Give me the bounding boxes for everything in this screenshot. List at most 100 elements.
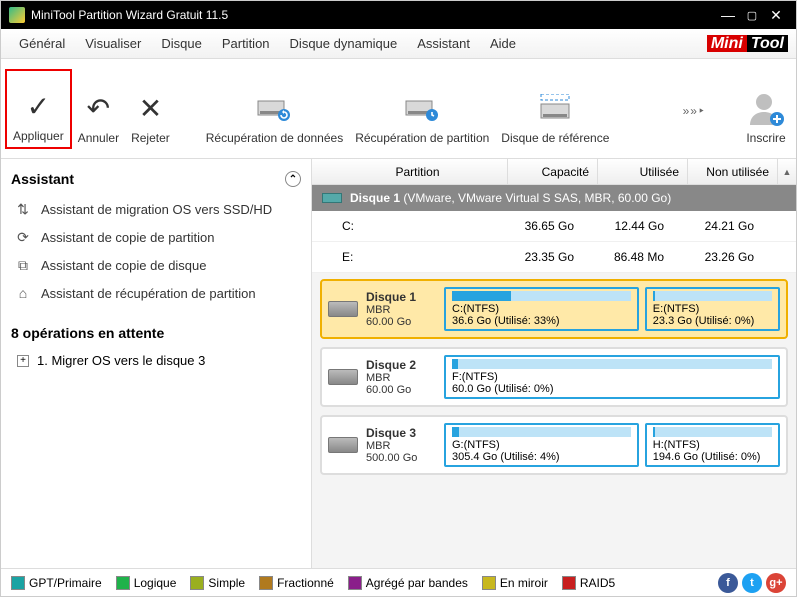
benchmark-disk-button[interactable]: Disque de référence: [495, 69, 615, 149]
data-recovery-button[interactable]: Récupération de données: [200, 69, 349, 149]
partrec-label: Récupération de partition: [355, 131, 489, 145]
menu-dyn[interactable]: Disque dynamique: [280, 36, 408, 51]
assistant-title: Assistant: [11, 171, 74, 187]
legend-label: GPT/Primaire: [29, 576, 102, 590]
gplus-icon[interactable]: g+: [766, 573, 786, 593]
partition-list: Disque 1 (VMware, VMware Virtual S SAS, …: [312, 185, 796, 273]
brand-logo: MiniTool: [707, 35, 788, 53]
disk-card[interactable]: Disque 2MBR60.00 GoF:(NTFS)60.0 Go (Util…: [320, 347, 788, 407]
disk-desc: (VMware, VMware Virtual S SAS, MBR, 60.0…: [403, 191, 671, 205]
user-plus-icon: [746, 87, 786, 131]
menu-partition[interactable]: Partition: [212, 36, 280, 51]
menu-visualiser[interactable]: Visualiser: [75, 36, 151, 51]
partition-box[interactable]: H:(NTFS)194.6 Go (Utilisé: 0%): [645, 423, 780, 467]
legend-item: Agrégé par bandes: [348, 576, 468, 590]
legend-item: En miroir: [482, 576, 548, 590]
drive-icon: [328, 301, 358, 317]
collapse-icon[interactable]: ⌃: [285, 171, 301, 187]
part-sub: 194.6 Go (Utilisé: 0%): [653, 451, 772, 463]
datarec-label: Récupération de données: [206, 131, 343, 145]
partition-row[interactable]: C:36.65 Go12.44 Go24.21 Go: [312, 211, 796, 242]
legend-swatch: [259, 576, 273, 590]
legend-swatch: [348, 576, 362, 590]
legend-item: Fractionné: [259, 576, 334, 590]
part-cap: 23.35 Go: [492, 250, 582, 264]
part-label: G:(NTFS): [452, 439, 631, 451]
undo-icon: ↶: [87, 87, 110, 131]
operation-item[interactable]: +1. Migrer OS vers le disque 3: [11, 349, 301, 372]
expand-icon[interactable]: +: [17, 355, 29, 367]
legend-label: RAID5: [580, 576, 615, 590]
window-title: MiniTool Partition Wizard Gratuit 11.5: [31, 8, 716, 22]
cancel-button[interactable]: ↶ Annuler: [72, 69, 125, 149]
apply-label: Appliquer: [13, 129, 64, 143]
refdisk-label: Disque de référence: [501, 131, 609, 145]
toolbar-more[interactable]: »»‣: [683, 104, 706, 118]
facebook-icon[interactable]: f: [718, 573, 738, 593]
legend-swatch: [190, 576, 204, 590]
twitter-icon[interactable]: t: [742, 573, 762, 593]
disk-header-row[interactable]: Disque 1 (VMware, VMware Virtual S SAS, …: [312, 185, 796, 211]
maximize-button[interactable]: ▢: [740, 9, 764, 22]
partition-box[interactable]: E:(NTFS)23.3 Go (Utilisé: 0%): [645, 287, 780, 331]
wizard-item[interactable]: ⌂Assistant de récupération de partition: [11, 279, 301, 307]
scroll-up-icon[interactable]: ▲: [778, 159, 796, 184]
partition-box[interactable]: F:(NTFS)60.0 Go (Utilisé: 0%): [444, 355, 780, 399]
part-sub: 60.0 Go (Utilisé: 0%): [452, 383, 772, 395]
col-used[interactable]: Utilisée: [598, 159, 688, 184]
signup-label: Inscrire: [746, 131, 785, 145]
legend-label: Fractionné: [277, 576, 334, 590]
part-name: E:: [312, 250, 492, 264]
reject-button[interactable]: ✕ Rejeter: [125, 69, 176, 149]
wizard-item[interactable]: ⇅Assistant de migration OS vers SSD/HD: [11, 195, 301, 223]
col-partition[interactable]: Partition: [328, 159, 508, 184]
right-panel: Partition Capacité Utilisée Non utilisée…: [312, 159, 796, 568]
part-sub: 305.4 Go (Utilisé: 4%): [452, 451, 631, 463]
part-label: E:(NTFS): [653, 303, 772, 315]
menu-assistant[interactable]: Assistant: [407, 36, 480, 51]
x-icon: ✕: [139, 87, 162, 131]
menu-aide[interactable]: Aide: [480, 36, 526, 51]
close-button[interactable]: ✕: [764, 7, 788, 24]
partition-box[interactable]: G:(NTFS)305.4 Go (Utilisé: 4%): [444, 423, 639, 467]
legend-label: Simple: [208, 576, 245, 590]
part-label: H:(NTFS): [653, 439, 772, 451]
wizard-label: Assistant de migration OS vers SSD/HD: [41, 202, 272, 217]
wizard-label: Assistant de copie de partition: [41, 230, 214, 245]
wizard-item[interactable]: ⟳ Assistant de copie de partition: [11, 223, 301, 251]
part-used: 12.44 Go: [582, 219, 672, 233]
legend-item: GPT/Primaire: [11, 576, 102, 590]
apply-button[interactable]: ✓ Appliquer: [5, 69, 72, 149]
part-used: 86.48 Mo: [582, 250, 672, 264]
legend-bar: GPT/Primaire Logique Simple Fractionné Agrég…: [1, 568, 796, 596]
minimize-button[interactable]: —: [716, 7, 740, 23]
disk-card[interactable]: Disque 1MBR60.00 GoC:(NTFS)36.6 Go (Util…: [320, 279, 788, 339]
disk-info: Disque 2MBR60.00 Go: [328, 355, 438, 399]
usage-bar: [653, 291, 772, 301]
assistant-header[interactable]: Assistant ⌃: [11, 171, 301, 187]
col-unused[interactable]: Non utilisée: [688, 159, 778, 184]
usage-bar: [452, 291, 631, 301]
col-capacity[interactable]: Capacité: [508, 159, 598, 184]
part-label: F:(NTFS): [452, 371, 772, 383]
check-icon: ✓: [27, 85, 50, 129]
menu-general[interactable]: Général: [9, 36, 75, 51]
disk-name: Disque 1: [350, 191, 400, 205]
legend-swatch: [116, 576, 130, 590]
part-sub: 23.3 Go (Utilisé: 0%): [653, 315, 772, 327]
signup-button[interactable]: Inscrire: [740, 69, 792, 149]
drive-clock-icon: [404, 87, 440, 131]
partition-row[interactable]: E:23.35 Go86.48 Mo23.26 Go: [312, 242, 796, 273]
usage-bar: [653, 427, 772, 437]
toolbar: ✓ Appliquer ↶ Annuler ✕ Rejeter Récupéra…: [1, 59, 796, 159]
wizard-icon: ⧉: [15, 257, 31, 273]
menu-disque[interactable]: Disque: [151, 36, 211, 51]
wizard-icon: ⟳: [15, 229, 31, 245]
partition-recovery-button[interactable]: Récupération de partition: [349, 69, 495, 149]
part-name: C:: [312, 219, 492, 233]
partition-box[interactable]: C:(NTFS)36.6 Go (Utilisé: 33%): [444, 287, 639, 331]
wizard-item[interactable]: ⧉Assistant de copie de disque: [11, 251, 301, 279]
disk-card[interactable]: Disque 3MBR500.00 GoG:(NTFS)305.4 Go (Ut…: [320, 415, 788, 475]
legend-label: Logique: [134, 576, 177, 590]
legend-label: Agrégé par bandes: [366, 576, 468, 590]
